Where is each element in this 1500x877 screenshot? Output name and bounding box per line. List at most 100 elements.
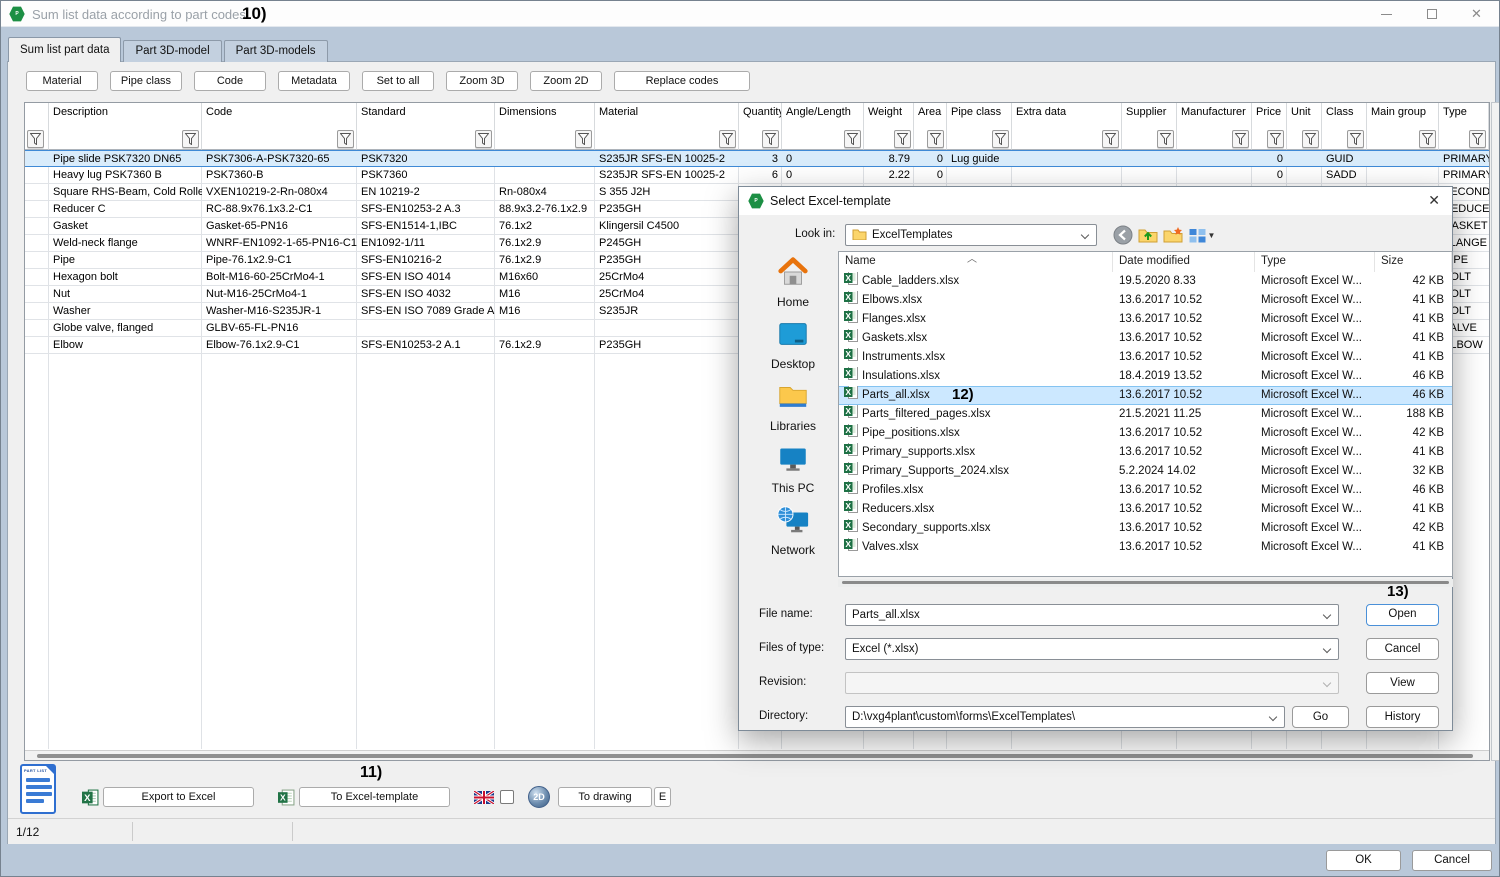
tab-part-3d-model[interactable]: Part 3D-model xyxy=(123,40,221,62)
column-header-standard[interactable]: Standard xyxy=(357,103,495,128)
file-list-item[interactable]: XInsulations.xlsx18.4.2019 13.52Microsof… xyxy=(839,367,1452,386)
filter-cell[interactable] xyxy=(595,128,739,150)
file-list-item[interactable]: XProfiles.xlsx13.6.2017 10.52Microsoft E… xyxy=(839,481,1452,500)
minimize-button[interactable] xyxy=(1364,1,1409,27)
column-header-description[interactable]: Description xyxy=(49,103,202,128)
e-button[interactable]: E xyxy=(654,787,671,807)
table-row[interactable]: Pipe slide PSK7320 DN65PSK7306-A-PSK7320… xyxy=(25,150,1489,167)
table-row[interactable]: Heavy lug PSK7360 BPSK7360-BPSK7360S235J… xyxy=(25,167,1489,184)
filter-icon[interactable] xyxy=(575,130,592,148)
file-list-item[interactable]: XElbows.xlsx13.6.2017 10.52Microsoft Exc… xyxy=(839,291,1452,310)
column-header-type[interactable]: Type xyxy=(1439,103,1489,128)
file-list-header-date-modified[interactable]: Date modified xyxy=(1113,252,1255,272)
file-list-item[interactable]: XPrimary_supports.xlsx13.6.2017 10.52Mic… xyxy=(839,443,1452,462)
open-button[interactable]: Open xyxy=(1366,604,1439,626)
file-list-horizontal-scrollbar[interactable] xyxy=(838,579,1453,587)
file-list-item[interactable]: XCable_ladders.xlsx19.5.2020 8.33Microso… xyxy=(839,272,1452,291)
file-list-item[interactable]: XFlanges.xlsx13.6.2017 10.52Microsoft Ex… xyxy=(839,310,1452,329)
file-list-header-name[interactable]: Name︿ xyxy=(839,252,1113,272)
tab-part-3d-models[interactable]: Part 3D-models xyxy=(224,40,328,62)
material-button[interactable]: Material xyxy=(26,71,98,91)
filter-cell[interactable] xyxy=(25,128,49,150)
filter-cell[interactable] xyxy=(1322,128,1367,150)
up-one-level-icon[interactable] xyxy=(1137,224,1159,246)
filter-cell[interactable] xyxy=(1439,128,1489,150)
filter-cell[interactable] xyxy=(782,128,864,150)
column-header-manufacturer[interactable]: Manufacturer xyxy=(1177,103,1252,128)
export-to-excel-button[interactable]: Export to Excel xyxy=(103,787,254,807)
metadata-button[interactable]: Metadata xyxy=(278,71,350,91)
dialog-close-icon[interactable]: ✕ xyxy=(1428,192,1440,209)
column-header-angle-length[interactable]: Angle/Length xyxy=(782,103,864,128)
sidebar-item-this-pc[interactable]: This PC xyxy=(749,441,837,495)
pipe-class-button[interactable]: Pipe class xyxy=(110,71,182,91)
filter-icon[interactable] xyxy=(844,130,861,148)
filter-icon[interactable] xyxy=(27,130,44,148)
replace-codes-button[interactable]: Replace codes xyxy=(614,71,750,91)
file-list-item[interactable]: XSecondary_supports.xlsx13.6.2017 10.52M… xyxy=(839,519,1452,538)
sidebar-item-home[interactable]: Home xyxy=(749,255,837,309)
column-header-price[interactable]: Price xyxy=(1252,103,1287,128)
column-header-weight[interactable]: Weight xyxy=(864,103,914,128)
file-list-item[interactable]: XParts_all.xlsx12)13.6.2017 10.52Microso… xyxy=(839,386,1452,405)
filter-icon[interactable] xyxy=(719,130,736,148)
column-header-quantity[interactable]: Quantity xyxy=(739,103,782,128)
back-icon[interactable] xyxy=(1112,224,1134,246)
filter-icon[interactable] xyxy=(475,130,492,148)
column-header-code[interactable]: Code xyxy=(202,103,357,128)
sidebar-item-network[interactable]: Network xyxy=(749,503,837,557)
filter-icon[interactable] xyxy=(1267,130,1284,148)
column-header-main-group[interactable]: Main group xyxy=(1367,103,1439,128)
filter-icon[interactable] xyxy=(182,130,199,148)
tab-sum-list-part-data[interactable]: Sum list part data xyxy=(8,37,121,62)
go-button[interactable]: Go xyxy=(1292,706,1349,728)
directory-combobox[interactable]: D:\vxg4plant\custom\forms\ExcelTemplates… xyxy=(845,706,1285,728)
sidebar-item-desktop[interactable]: Desktop xyxy=(749,317,837,371)
to-excel-template-button[interactable]: To Excel-template xyxy=(299,787,450,807)
filter-cell[interactable] xyxy=(202,128,357,150)
column-header-selector[interactable] xyxy=(25,103,49,128)
column-header-material[interactable]: Material xyxy=(595,103,739,128)
filter-cell[interactable] xyxy=(1287,128,1322,150)
new-folder-icon[interactable] xyxy=(1162,224,1184,246)
file-list-item[interactable]: XParts_filtered_pages.xlsx21.5.2021 11.2… xyxy=(839,405,1452,424)
filter-cell[interactable] xyxy=(357,128,495,150)
filter-icon[interactable] xyxy=(1102,130,1119,148)
filter-icon[interactable] xyxy=(762,130,779,148)
footer-cancel-button[interactable]: Cancel xyxy=(1412,850,1492,871)
filter-icon[interactable] xyxy=(992,130,1009,148)
file-name-combobox[interactable]: Parts_all.xlsx xyxy=(845,604,1339,626)
filter-cell[interactable] xyxy=(1122,128,1177,150)
file-list-item[interactable]: XPipe_positions.xlsx13.6.2017 10.52Micro… xyxy=(839,424,1452,443)
zoom-3d-button[interactable]: Zoom 3D xyxy=(446,71,518,91)
file-list[interactable]: Name︿Date modifiedTypeSizeXCable_ladders… xyxy=(838,251,1453,577)
set-to-all-button[interactable]: Set to all xyxy=(362,71,434,91)
filter-cell[interactable] xyxy=(914,128,947,150)
to-drawing-button[interactable]: To drawing xyxy=(558,787,652,807)
filter-icon[interactable] xyxy=(1347,130,1364,148)
file-list-item[interactable]: XGaskets.xlsx13.6.2017 10.52Microsoft Ex… xyxy=(839,329,1452,348)
column-header-class[interactable]: Class xyxy=(1322,103,1367,128)
zoom-2d-button[interactable]: Zoom 2D xyxy=(530,71,602,91)
close-button[interactable]: ✕ xyxy=(1454,1,1499,27)
table-horizontal-scrollbar[interactable] xyxy=(25,750,1489,760)
column-header-pipe-class[interactable]: Pipe class xyxy=(947,103,1012,128)
filter-icon[interactable] xyxy=(1157,130,1174,148)
ok-button[interactable]: OK xyxy=(1326,850,1401,871)
column-header-supplier[interactable]: Supplier xyxy=(1122,103,1177,128)
column-header-dimensions[interactable]: Dimensions xyxy=(495,103,595,128)
view-menu-icon[interactable]: ▼ xyxy=(1187,224,1217,246)
sidebar-item-libraries[interactable]: Libraries xyxy=(749,379,837,433)
file-list-item[interactable]: XPrimary_Supports_2024.xlsx5.2.2024 14.0… xyxy=(839,462,1452,481)
file-list-item[interactable]: XReducers.xlsx13.6.2017 10.52Microsoft E… xyxy=(839,500,1452,519)
filter-cell[interactable] xyxy=(1252,128,1287,150)
file-list-item[interactable]: XValves.xlsx13.6.2017 10.52Microsoft Exc… xyxy=(839,538,1452,557)
language-checkbox[interactable] xyxy=(500,790,514,804)
file-list-header-size[interactable]: Size xyxy=(1375,252,1452,272)
filter-icon[interactable] xyxy=(1302,130,1319,148)
code-button[interactable]: Code xyxy=(194,71,266,91)
file-list-header-type[interactable]: Type xyxy=(1255,252,1375,272)
filter-icon[interactable] xyxy=(1419,130,1436,148)
filter-cell[interactable] xyxy=(1367,128,1439,150)
files-of-type-combobox[interactable]: Excel (*.xlsx) xyxy=(845,638,1339,660)
